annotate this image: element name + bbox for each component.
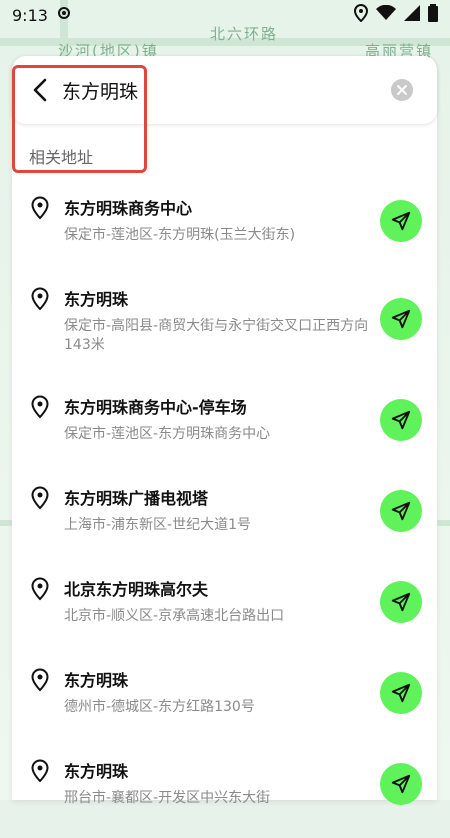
navigate-button[interactable]	[380, 298, 422, 340]
wifi-icon	[376, 4, 396, 25]
result-address: 邢台市-襄都区-开发区中兴东大街	[64, 790, 271, 806]
location-pin-icon	[31, 196, 49, 220]
status-bar: 9:13	[0, 0, 450, 30]
result-title: 东方明珠	[64, 290, 129, 309]
search-results-panel: 东方明珠 相关地址 东方明珠商务中心 保定市-莲池区-东方明珠(玉兰大街东) 东…	[12, 56, 437, 806]
navigation-arrow-icon	[391, 211, 411, 231]
result-title: 东方明珠广播电视塔	[64, 489, 209, 508]
list-item[interactable]: 东方明珠 德州市-德城区-东方红路130号	[12, 656, 437, 747]
location-pin-icon	[31, 759, 49, 783]
location-pin-icon	[31, 668, 49, 692]
navigation-arrow-icon	[391, 592, 411, 612]
navigate-button[interactable]	[380, 581, 422, 623]
result-title: 东方明珠	[64, 671, 129, 690]
navigate-button[interactable]	[380, 399, 422, 441]
navigation-arrow-icon	[391, 501, 411, 521]
result-address: 保定市-莲池区-东方明珠(玉兰大街东)	[64, 227, 296, 243]
navigation-arrow-icon	[391, 683, 411, 703]
search-bar: 东方明珠	[12, 56, 437, 124]
status-time: 9:13	[12, 5, 48, 25]
clear-button[interactable]	[391, 79, 413, 101]
section-label-related-addresses: 相关地址	[29, 148, 94, 167]
result-address: 保定市-高阳县-商贸大街与永宁街交叉口正西方向143米	[64, 318, 369, 353]
result-title: 东方明珠商务中心	[64, 199, 193, 218]
navigation-arrow-icon	[391, 410, 411, 430]
location-pin-icon	[31, 287, 49, 311]
list-item[interactable]: 东方明珠 保定市-高阳县-商贸大街与永宁街交叉口正西方向143米	[12, 275, 437, 383]
list-item[interactable]: 北京东方明珠高尔夫 北京市-顺义区-京承高速北台路出口	[12, 565, 437, 656]
list-item[interactable]: 东方明珠商务中心 保定市-莲池区-东方明珠(玉兰大街东)	[12, 184, 437, 275]
result-title: 东方明珠	[64, 762, 129, 781]
result-title: 东方明珠商务中心-停车场	[64, 398, 247, 417]
list-item[interactable]: 东方明珠 邢台市-襄都区-开发区中兴东大街	[12, 747, 437, 838]
list-item[interactable]: 东方明珠广播电视塔 上海市-浦东新区-世纪大道1号	[12, 474, 437, 565]
location-pin-icon	[31, 395, 49, 419]
navigate-button[interactable]	[380, 763, 422, 805]
result-address: 保定市-莲池区-东方明珠商务中心	[64, 426, 271, 442]
search-input[interactable]: 东方明珠	[62, 77, 138, 104]
result-address: 德州市-德城区-东方红路130号	[64, 699, 255, 715]
result-address: 上海市-浦东新区-世纪大道1号	[64, 517, 252, 533]
result-title: 北京东方明珠高尔夫	[64, 580, 209, 599]
close-icon	[397, 85, 407, 95]
navigate-button[interactable]	[380, 672, 422, 714]
navigate-button[interactable]	[380, 490, 422, 532]
location-pin-icon	[31, 577, 49, 601]
battery-icon	[428, 4, 438, 26]
navigation-arrow-icon	[391, 774, 411, 794]
navigation-arrow-icon	[391, 309, 411, 329]
location-icon	[353, 3, 369, 26]
results-list: 东方明珠商务中心 保定市-莲池区-东方明珠(玉兰大街东) 东方明珠 保定市-高阳…	[12, 184, 437, 838]
settings-icon	[56, 5, 72, 25]
list-item[interactable]: 东方明珠商务中心-停车场 保定市-莲池区-东方明珠商务中心	[12, 383, 437, 474]
location-pin-icon	[31, 486, 49, 510]
back-button[interactable]	[20, 70, 60, 110]
navigate-button[interactable]	[380, 200, 422, 242]
signal-icon	[404, 5, 420, 25]
result-address: 北京市-顺义区-京承高速北台路出口	[64, 608, 285, 624]
chevron-left-icon	[33, 78, 47, 102]
